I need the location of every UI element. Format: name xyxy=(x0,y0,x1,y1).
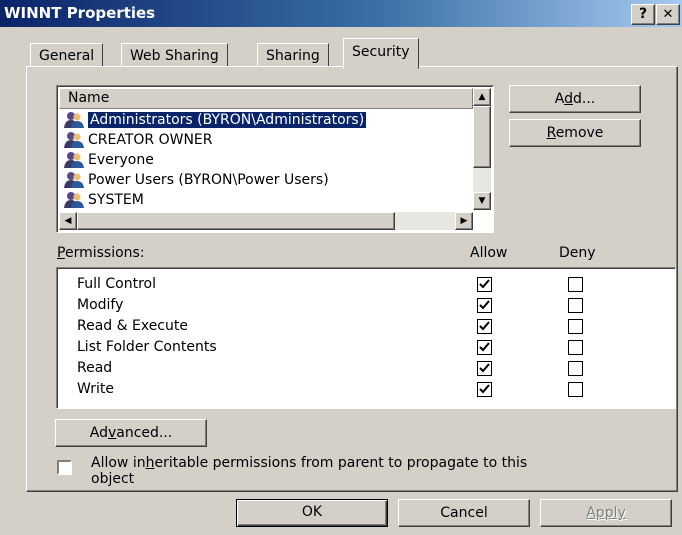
advanced-label-post: anced... xyxy=(116,425,173,441)
permissions-label: Permissions: xyxy=(57,245,145,261)
add-label-pre: A xyxy=(554,91,565,107)
group-icon xyxy=(63,111,85,129)
apply-button[interactable]: Apply xyxy=(540,499,672,527)
horizontal-scroll-thumb[interactable] xyxy=(77,212,395,230)
permission-name: Full Control xyxy=(77,276,156,292)
list-item[interactable]: Administrators (BYRON\Administrators) xyxy=(63,110,368,130)
permission-name: Write xyxy=(77,381,114,397)
window-title: WINNT Properties xyxy=(4,4,156,22)
vertical-scroll-thumb[interactable] xyxy=(473,106,491,168)
list-item[interactable]: Power Users (BYRON\Power Users) xyxy=(63,170,329,190)
allow-checkbox[interactable] xyxy=(477,298,492,313)
advanced-button[interactable]: Advanced... xyxy=(55,419,207,447)
list-item-label: Everyone xyxy=(88,152,154,168)
apply-label: Apply xyxy=(586,505,626,521)
allow-checkbox[interactable] xyxy=(477,277,492,292)
remove-label-post: emove xyxy=(555,125,604,141)
deny-column-header: Deny xyxy=(559,245,596,261)
security-panel: Name Administrators (BYRON\Administrator… xyxy=(26,66,678,492)
advanced-label-pre: Ad xyxy=(89,425,108,441)
inherit-line-1: Allow inheritable permissions from paren… xyxy=(91,455,527,471)
group-icon xyxy=(63,131,85,149)
deny-checkbox[interactable] xyxy=(568,298,583,313)
list-item-label: Power Users (BYRON\Power Users) xyxy=(88,172,329,188)
scroll-right-arrow-icon[interactable]: ▶ xyxy=(455,212,473,230)
allow-checkbox[interactable] xyxy=(477,361,492,376)
list-item[interactable]: CREATOR OWNER xyxy=(63,130,213,150)
permission-name: Modify xyxy=(77,297,124,313)
tab-general[interactable]: General xyxy=(30,43,104,68)
inherit-permissions-label: Allow inheritable permissions from paren… xyxy=(91,455,527,487)
remove-button[interactable]: Remove xyxy=(509,119,641,147)
add-label-mnemonic: d xyxy=(564,91,573,107)
permissions-label-mnemonic: P xyxy=(57,245,65,261)
inherit-line1-post: eritable permissions from parent to prop… xyxy=(154,455,528,471)
permission-name: Read & Execute xyxy=(77,318,188,334)
inherit-permissions-checkbox[interactable] xyxy=(57,460,72,475)
scroll-up-arrow-icon[interactable]: ▲ xyxy=(473,88,491,106)
list-item-label: Administrators (BYRON\Administrators) xyxy=(86,111,368,129)
allow-checkbox[interactable] xyxy=(477,340,492,355)
list-item-label: CREATOR OWNER xyxy=(88,132,213,148)
title-bar[interactable]: WINNT Properties ? ✕ xyxy=(0,0,682,27)
ok-button[interactable]: OK xyxy=(236,499,388,527)
allow-checkbox[interactable] xyxy=(477,319,492,334)
allow-column-header: Allow xyxy=(470,245,508,261)
add-button[interactable]: Add... xyxy=(509,85,641,113)
deny-checkbox[interactable] xyxy=(568,382,583,397)
tab-security[interactable]: Security xyxy=(343,38,419,69)
scroll-left-arrow-icon[interactable]: ◀ xyxy=(59,212,77,230)
group-icon xyxy=(63,191,85,209)
names-listbox[interactable]: Name Administrators (BYRON\Administrator… xyxy=(56,85,494,233)
group-icon xyxy=(63,171,85,189)
cancel-button[interactable]: Cancel xyxy=(398,499,530,527)
help-button[interactable]: ? xyxy=(631,4,655,25)
deny-checkbox[interactable] xyxy=(568,361,583,376)
deny-checkbox[interactable] xyxy=(568,340,583,355)
list-item-label: SYSTEM xyxy=(88,192,144,208)
allow-checkbox[interactable] xyxy=(477,382,492,397)
permission-name: Read xyxy=(77,360,113,376)
scroll-down-arrow-icon[interactable]: ▼ xyxy=(473,192,491,210)
permissions-label-rest: ermissions: xyxy=(64,245,145,261)
permission-name: List Folder Contents xyxy=(77,339,217,355)
inherit-line1-pre: Allow in xyxy=(91,455,146,471)
tab-web-sharing[interactable]: Web Sharing xyxy=(121,43,228,68)
close-button[interactable]: ✕ xyxy=(656,4,680,25)
permissions-list: Full Control Modify Read & Execute List Fol… xyxy=(56,267,676,409)
inherit-line-2: object xyxy=(91,471,135,487)
tab-sharing[interactable]: Sharing xyxy=(257,43,329,68)
horizontal-scrollbar[interactable]: ◀ ▶ xyxy=(59,212,473,230)
deny-checkbox[interactable] xyxy=(568,277,583,292)
advanced-label-mnemonic: v xyxy=(107,425,117,441)
add-label-post: d... xyxy=(572,91,596,107)
vertical-scrollbar[interactable]: ▲ ▼ xyxy=(473,88,491,210)
list-item[interactable]: Everyone xyxy=(63,150,154,170)
list-item[interactable]: SYSTEM xyxy=(63,190,144,210)
group-icon xyxy=(63,151,85,169)
remove-label-mnemonic: R xyxy=(546,125,556,141)
deny-checkbox[interactable] xyxy=(568,319,583,334)
